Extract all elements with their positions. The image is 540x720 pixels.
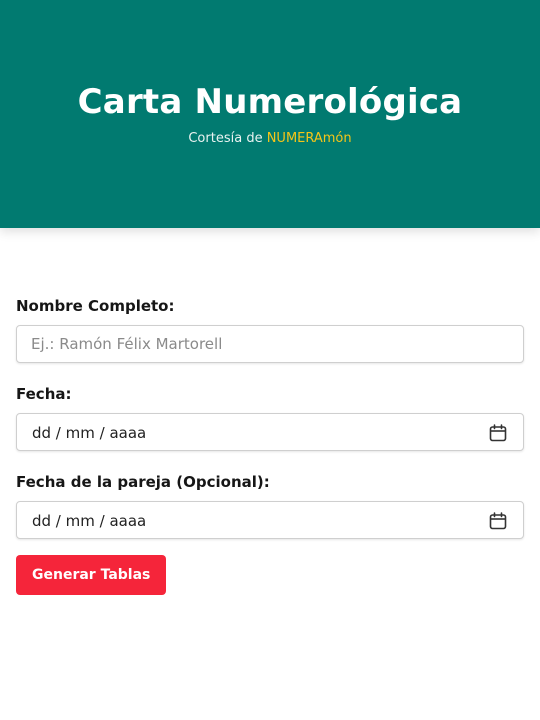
numerology-form: Nombre Completo: Fecha: dd / mm / aaaa F… (16, 296, 524, 595)
partner-date-input[interactable]: dd / mm / aaaa (16, 501, 524, 539)
subtitle: Cortesía de NUMERAmón (0, 130, 540, 148)
partner-date-placeholder: dd / mm / aaaa (32, 512, 147, 530)
calendar-icon[interactable] (489, 424, 507, 442)
partner-date-label: Fecha de la pareja (Opcional): (16, 473, 270, 491)
date-input[interactable]: dd / mm / aaaa (16, 413, 524, 451)
page-title: Carta Numerológica (77, 82, 463, 122)
full-name-input[interactable] (17, 326, 523, 362)
subtitle-prefix: Cortesía de (188, 131, 267, 146)
date-label: Fecha: (16, 385, 72, 403)
full-name-field (16, 325, 524, 363)
header-banner: Carta Numerológica Cortesía de NUMERAmón (0, 0, 540, 228)
full-name-label: Nombre Completo: (16, 297, 175, 315)
calendar-icon[interactable] (489, 512, 507, 530)
brand-name: NUMERAmón (266, 131, 352, 146)
generate-tables-button[interactable]: Generar Tablas (16, 555, 167, 595)
date-placeholder: dd / mm / aaaa (32, 424, 147, 442)
